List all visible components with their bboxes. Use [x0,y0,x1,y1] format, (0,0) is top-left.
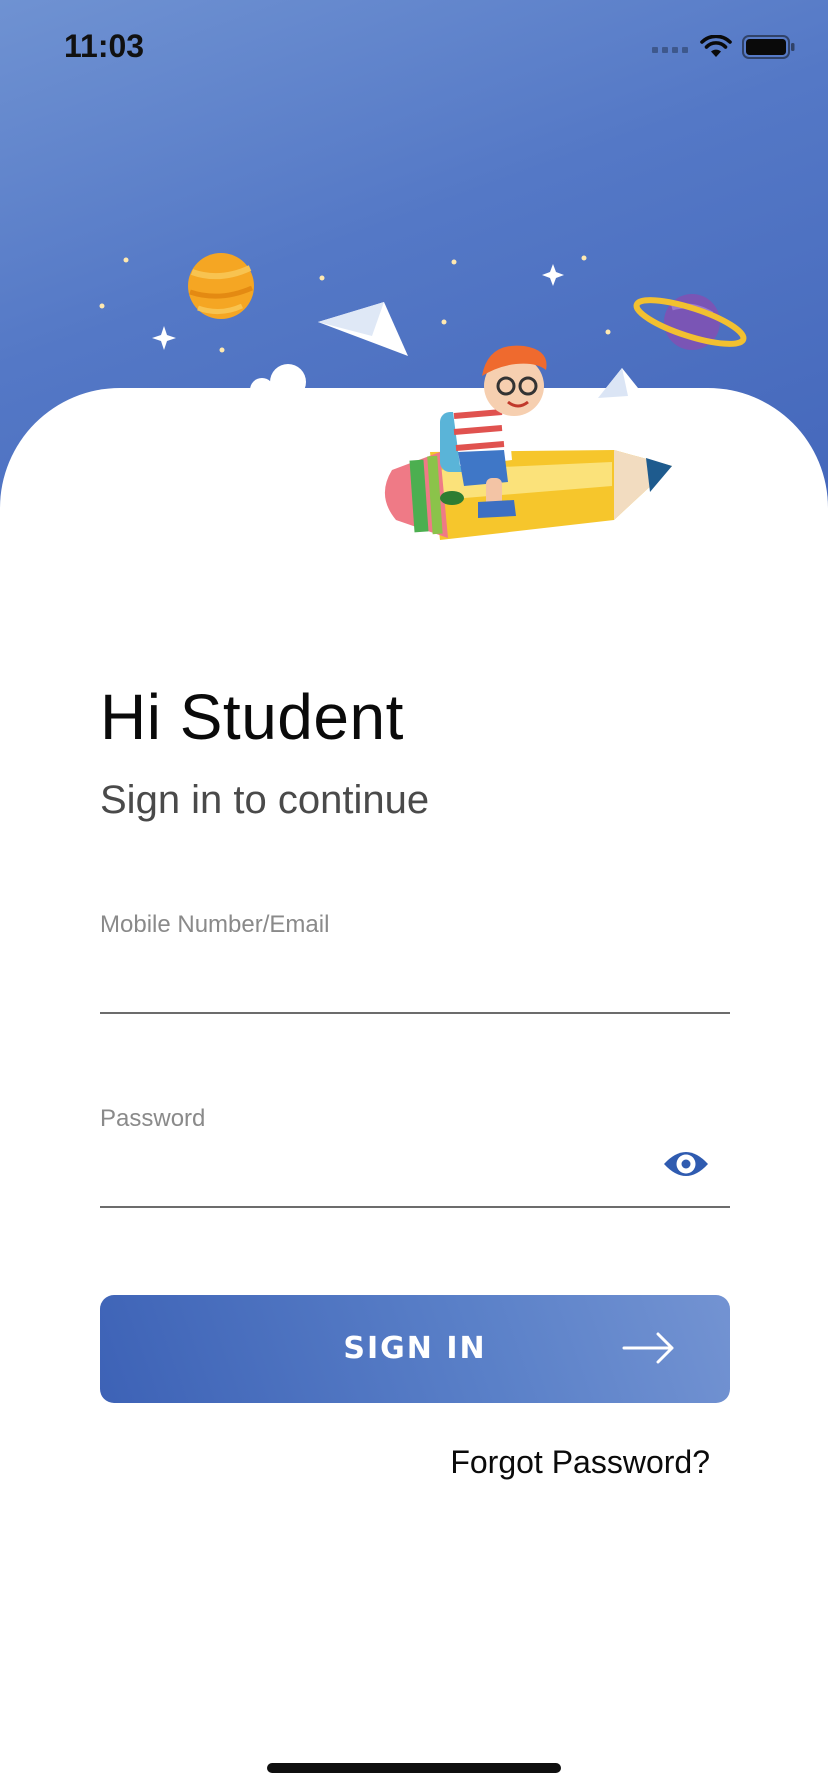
purple-planet-illustration [633,294,747,350]
greeting-title: Hi Student [100,681,404,753]
sign-in-button[interactable]: SIGN IN [100,1295,730,1403]
password-underline [100,1206,730,1208]
greeting-subtitle: Sign in to continue [100,778,430,822]
pencil-rocket-illustration [384,450,672,540]
illustration [99,253,747,540]
home-indicator [267,1763,561,1773]
password-label: Password [100,1105,206,1132]
eye-icon[interactable] [662,1146,710,1182]
password-input[interactable] [100,1142,650,1190]
content-sheet [0,388,828,1792]
stars-decoration [99,255,611,353]
forgot-password-link[interactable]: Forgot Password? [450,1444,710,1481]
arrow-right-icon [622,1332,674,1364]
username-underline [100,1012,730,1014]
username-label: Mobile Number/Email [100,911,330,938]
cloud-decoration [250,364,306,402]
orange-planet-illustration [188,253,254,319]
username-input[interactable] [100,950,730,998]
